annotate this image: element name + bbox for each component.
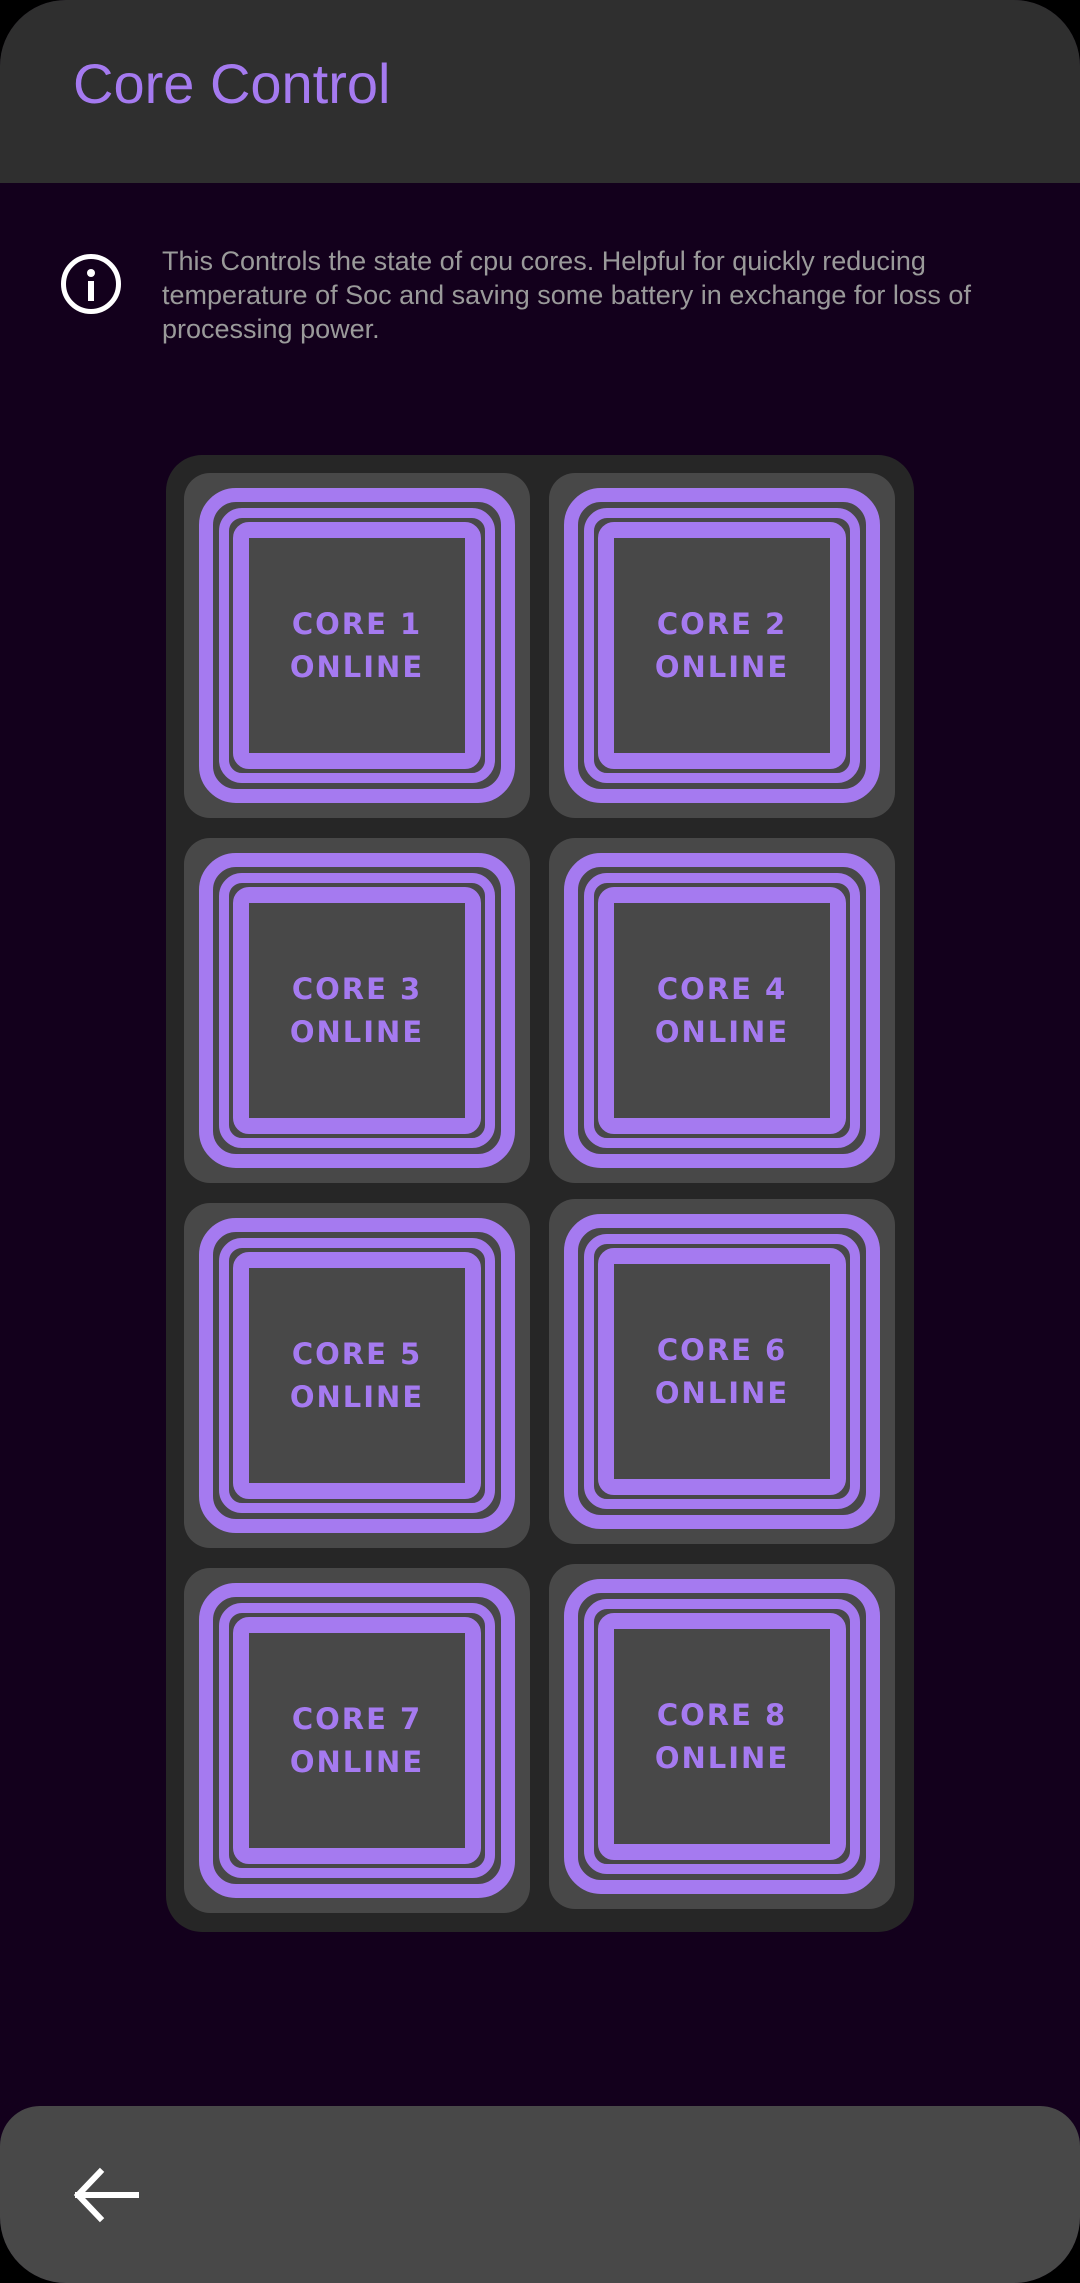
core-status: ONLINE [654,1375,790,1410]
info-description: This Controls the state of cpu cores. He… [162,246,971,344]
core-status: ONLINE [289,1014,425,1049]
cpu-chip-icon: CORE 8 ONLINE [564,1579,880,1894]
cpu-chip-icon: CORE 6 ONLINE [564,1214,880,1529]
app-bar: Core Control [0,0,1080,183]
core-name: CORE 4 [656,971,788,1006]
cpu-chip-icon: CORE 4 ONLINE [564,853,880,1168]
core-name: CORE 8 [656,1697,788,1732]
page-title: Core Control [73,52,391,115]
core-tile-5[interactable]: CORE 5 ONLINE [184,1203,530,1548]
arrow-left-icon [73,2167,139,2223]
core-tile-3[interactable]: CORE 3 ONLINE [184,838,530,1183]
core-name: CORE 5 [291,1336,423,1371]
core-tile-8[interactable]: CORE 8 ONLINE [549,1564,895,1909]
cpu-chip-icon: CORE 7 ONLINE [199,1583,515,1898]
screen: Core Control This Controls the state of … [0,0,1080,2283]
info-section: This Controls the state of cpu cores. He… [0,240,1080,360]
core-tile-2[interactable]: CORE 2 ONLINE [549,473,895,818]
cpu-chip-icon: CORE 3 ONLINE [199,853,515,1168]
cpu-chip-icon: CORE 1 ONLINE [199,488,515,803]
core-status: ONLINE [654,1014,790,1049]
core-name: CORE 2 [656,606,788,641]
core-status: ONLINE [289,649,425,684]
core-status: ONLINE [654,1740,790,1775]
cpu-chip-icon: CORE 5 ONLINE [199,1218,515,1533]
core-name: CORE 1 [291,606,423,641]
cpu-chip-icon: CORE 2 ONLINE [564,488,880,803]
bottom-bar [0,2106,1080,2283]
core-name: CORE 7 [291,1701,423,1736]
cores-grid: CORE 1 ONLINE CORE 2 ONLINE CORE 3 ONLIN… [166,455,914,1932]
core-name: CORE 6 [656,1332,788,1367]
info-icon [61,254,121,314]
core-name: CORE 3 [291,971,423,1006]
core-status: ONLINE [289,1379,425,1414]
core-tile-6[interactable]: CORE 6 ONLINE [549,1199,895,1544]
core-tile-1[interactable]: CORE 1 ONLINE [184,473,530,818]
core-status: ONLINE [654,649,790,684]
core-tile-4[interactable]: CORE 4 ONLINE [549,838,895,1183]
core-status: ONLINE [289,1744,425,1779]
back-button[interactable] [58,2150,148,2240]
core-tile-7[interactable]: CORE 7 ONLINE [184,1568,530,1913]
